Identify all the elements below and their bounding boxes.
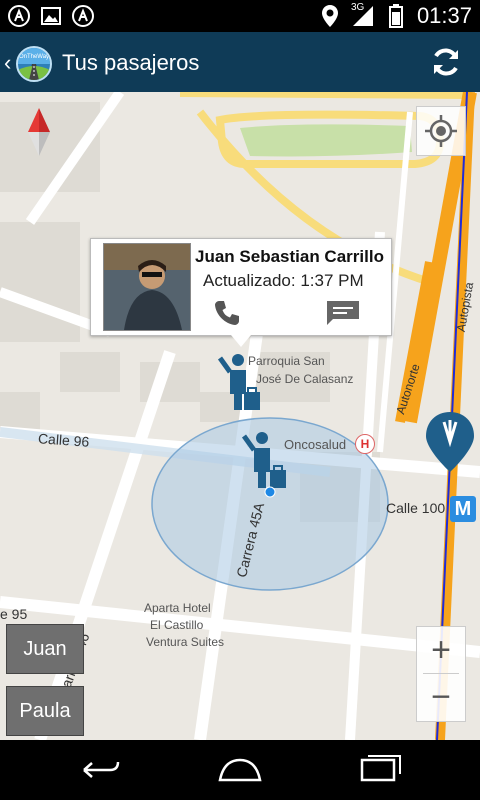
back-arrow-icon[interactable]: ‹ [4,50,11,76]
notification-icon-2 [72,5,94,27]
notification-icon-1 [8,5,30,27]
refresh-icon[interactable] [428,44,464,80]
phone-call-icon[interactable] [213,299,241,332]
signal-icon: 3G [351,2,375,28]
action-bar: ‹ OnTheWay Tus pasajeros [0,32,480,92]
poi-aparta-hotel-line2: El Castillo [150,618,204,632]
zoom-controls: + − [416,626,466,722]
home-icon[interactable] [216,754,264,789]
hospital-icon: H [355,434,375,454]
poi-parroquia-line2: José De Calasanz [256,372,354,386]
poi-aparta-hotel-line1: Aparta Hotel [144,601,211,615]
logo-text: OnTheWay [19,54,49,60]
passenger-button-juan[interactable]: Juan [6,624,84,674]
image-icon [40,5,62,27]
passenger-name: Juan Sebastian Carrillo [195,247,384,266]
zoom-out-button[interactable]: − [417,674,465,720]
last-updated-time: Actualizado: 1:37 PM [203,271,364,290]
clock: 01:37 [416,3,472,28]
page-title: Tus pasajeros [62,50,200,75]
passenger-photo [103,243,191,331]
status-bar: 3G 01:37 [0,0,480,32]
battery-icon [385,4,407,28]
passenger-marker-2[interactable] [240,432,292,503]
my-location-button[interactable] [416,106,466,156]
back-icon[interactable] [76,754,124,789]
poi-oncosalud: Oncosalud [284,437,347,452]
street-label-calle100: Calle 100 [386,500,446,516]
passenger-info-window[interactable]: Juan Sebastian Carrillo Actualizado: 1:3… [90,238,392,347]
poi-aparta-hotel-line3: Ventura Suites [146,635,225,649]
crosshair-icon [425,115,457,147]
location-icon [319,5,341,27]
destination-pin-icon[interactable] [426,412,474,477]
recent-apps-icon[interactable] [356,754,404,789]
metro-icon: M [450,496,476,522]
street-label-calle95: e 95 [0,606,28,622]
passenger-marker-1[interactable] [216,354,264,419]
passenger-button-paula[interactable]: Paula [6,686,84,736]
compass-icon[interactable] [24,108,54,156]
app-logo[interactable]: OnTheWay [16,46,52,82]
message-icon[interactable] [327,301,359,330]
navigation-bar [0,740,480,800]
zoom-in-button[interactable]: + [417,627,465,673]
map-view[interactable]: Calle 96 Calle 100 Carrera 45A Carrera 4… [0,92,480,740]
